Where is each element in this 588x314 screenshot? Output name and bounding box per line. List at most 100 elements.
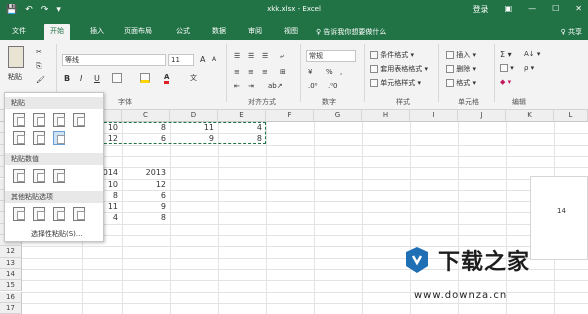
increase-indent-icon[interactable]: ⇥: [248, 82, 254, 90]
table-format-button[interactable]: 套用表格格式 ▾: [370, 64, 428, 74]
paste-formatting-icon[interactable]: [13, 207, 25, 221]
tab-formulas[interactable]: 公式: [170, 24, 196, 40]
align-middle-icon[interactable]: ☰: [248, 52, 254, 60]
column-header[interactable]: E: [218, 110, 266, 122]
currency-button[interactable]: ¥: [308, 68, 312, 76]
row-header[interactable]: 17: [0, 302, 22, 314]
cell-c2[interactable]: 6: [122, 134, 166, 144]
wrap-text-icon[interactable]: ⤶: [280, 52, 284, 61]
paste-icon[interactable]: [13, 113, 25, 127]
paste-label[interactable]: 粘贴: [8, 72, 22, 82]
italic-button[interactable]: I: [80, 74, 82, 83]
cell-c9[interactable]: 8: [122, 213, 166, 223]
row-header[interactable]: 15: [0, 280, 22, 292]
cell-e1[interactable]: 4: [218, 123, 262, 133]
paste-values-number-format-icon[interactable]: [33, 169, 45, 183]
paste-link-icon[interactable]: [33, 207, 45, 221]
align-center-icon[interactable]: ≡: [248, 68, 254, 76]
cell-c6[interactable]: 12: [122, 180, 166, 190]
tab-review[interactable]: 审阅: [242, 24, 268, 40]
font-color-icon[interactable]: A: [164, 73, 170, 84]
cell-c8[interactable]: 9: [122, 202, 166, 212]
align-right-icon[interactable]: ≡: [262, 68, 268, 76]
column-header[interactable]: I: [410, 110, 458, 122]
tab-view[interactable]: 视图: [278, 24, 304, 40]
align-left-icon[interactable]: ≡: [234, 68, 240, 76]
minimize-button[interactable]: —: [528, 4, 536, 15]
tab-home[interactable]: 开始: [44, 24, 70, 40]
increase-decimal-icon[interactable]: .0⁰: [308, 82, 318, 90]
fill-color-icon[interactable]: [140, 73, 150, 83]
cell-d2[interactable]: 9: [170, 134, 214, 144]
orientation-icon[interactable]: ab↗: [268, 82, 283, 90]
sort-filter-button[interactable]: A↓ ▾: [524, 50, 540, 58]
border-icon[interactable]: [112, 73, 122, 83]
paste-keep-source-icon[interactable]: [73, 113, 85, 127]
cell-c7[interactable]: 6: [122, 191, 166, 201]
decrease-decimal-icon[interactable]: .⁰0: [328, 82, 338, 90]
share-button[interactable]: ♀ 共享: [561, 27, 582, 37]
cell-d1[interactable]: 11: [170, 123, 214, 133]
underline-button[interactable]: U: [94, 74, 100, 83]
bold-button[interactable]: B: [64, 74, 70, 83]
decrease-indent-icon[interactable]: ⇤: [234, 82, 240, 90]
paste-formulas-format-icon[interactable]: [53, 113, 65, 127]
cell-e2[interactable]: 8: [218, 134, 262, 144]
insert-cells-button[interactable]: 插入 ▾: [446, 50, 476, 60]
column-header[interactable]: F: [266, 110, 314, 122]
paste-special-link[interactable]: 选择性粘贴(S)...: [31, 229, 83, 239]
fill-button[interactable]: ▾: [500, 64, 514, 72]
login-button[interactable]: 登录: [473, 4, 489, 15]
paste-values-icon[interactable]: [13, 169, 25, 183]
paste-picture-icon[interactable]: [53, 207, 65, 221]
phonetic-icon[interactable]: 文: [190, 73, 197, 83]
autosum-button[interactable]: Σ ▾: [500, 50, 512, 59]
column-header[interactable]: C: [122, 110, 170, 122]
column-header[interactable]: K: [506, 110, 554, 122]
maximize-button[interactable]: ☐: [552, 4, 559, 15]
cell-c1[interactable]: 8: [122, 123, 166, 133]
close-button[interactable]: ✕: [575, 4, 582, 15]
tab-file[interactable]: 文件: [6, 24, 32, 40]
paste-linked-picture-icon[interactable]: [73, 207, 85, 221]
column-header[interactable]: D: [170, 110, 218, 122]
font-grow-button[interactable]: A: [200, 55, 205, 64]
row-header[interactable]: 16: [0, 291, 22, 303]
comma-button[interactable]: ,: [340, 68, 342, 76]
tab-insert[interactable]: 插入: [84, 24, 110, 40]
tab-page-layout[interactable]: 页面布局: [118, 24, 158, 40]
paste-button[interactable]: [8, 46, 24, 68]
copy-icon[interactable]: ⎘: [36, 62, 42, 71]
ribbon-display-icon[interactable]: ▣: [505, 4, 513, 15]
column-header[interactable]: L: [554, 110, 588, 122]
tab-data[interactable]: 数据: [206, 24, 232, 40]
row-header[interactable]: 13: [0, 257, 22, 269]
paste-values-source-format-icon[interactable]: [53, 169, 65, 183]
cell-style-button[interactable]: 单元格样式 ▾: [370, 78, 421, 88]
paste-no-borders-icon[interactable]: [13, 131, 25, 145]
clear-button[interactable]: ◆ ▾: [500, 78, 511, 86]
format-painter-icon[interactable]: 🖌: [36, 76, 45, 84]
paste-transpose-icon[interactable]: [53, 131, 65, 145]
column-header[interactable]: G: [314, 110, 362, 122]
paste-keep-width-icon[interactable]: [33, 131, 45, 145]
tell-me-search[interactable]: ♀ 告诉我你想要做什么: [316, 27, 386, 37]
row-header[interactable]: 14: [0, 268, 22, 281]
find-select-button[interactable]: ρ ▾: [524, 64, 534, 72]
column-header[interactable]: H: [362, 110, 410, 122]
align-top-icon[interactable]: ☰: [234, 52, 240, 60]
number-format-select[interactable]: 常规: [306, 50, 356, 62]
conditional-format-button[interactable]: 条件格式 ▾: [370, 50, 414, 60]
cut-icon[interactable]: ✂: [36, 48, 42, 56]
align-bottom-icon[interactable]: ☰: [262, 52, 268, 60]
format-cells-button[interactable]: 格式 ▾: [446, 78, 476, 88]
percent-button[interactable]: %: [326, 68, 333, 76]
delete-cells-button[interactable]: 删除 ▾: [446, 64, 476, 74]
font-size-select[interactable]: 11: [168, 54, 194, 66]
font-shrink-button[interactable]: A: [212, 56, 216, 63]
font-name-select[interactable]: 等线: [62, 54, 166, 66]
merge-center-icon[interactable]: ⊞: [280, 68, 286, 76]
cell-c5[interactable]: 2013: [122, 168, 166, 178]
row-header[interactable]: 12: [0, 246, 22, 258]
paste-formulas-icon[interactable]: [33, 113, 45, 127]
